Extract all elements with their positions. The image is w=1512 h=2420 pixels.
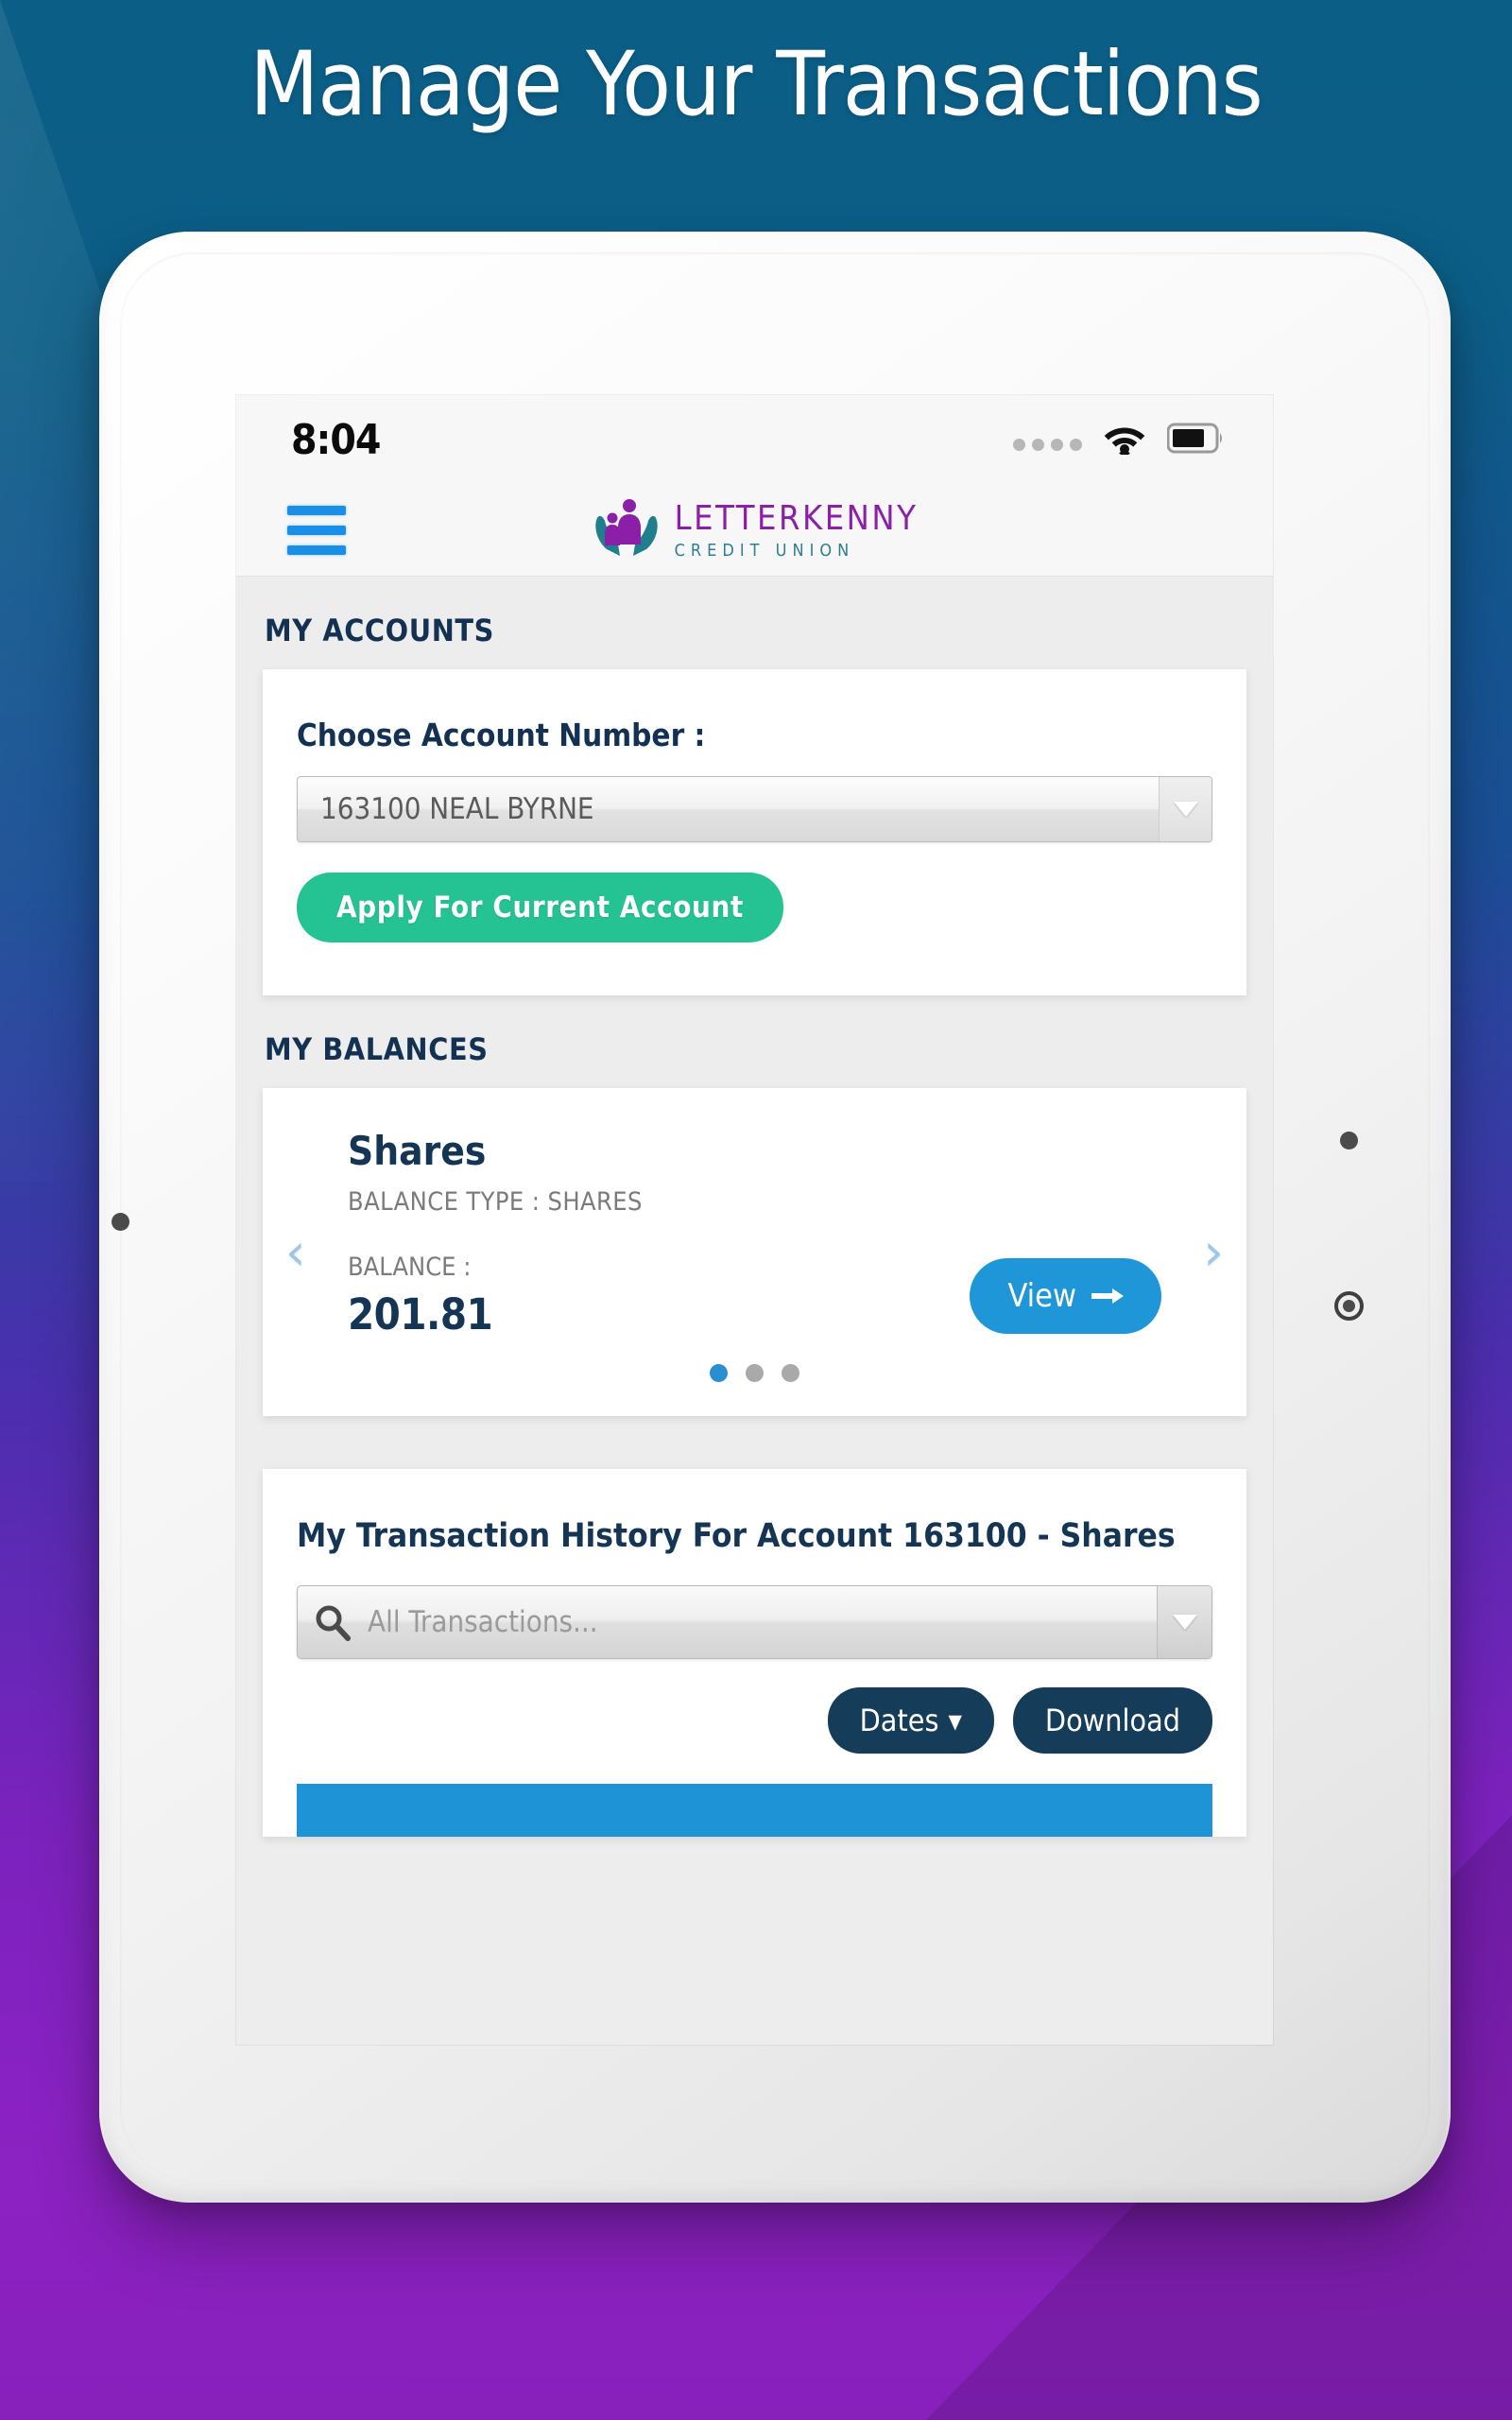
my-balances-heading: MY BALANCES (265, 1031, 489, 1067)
letterkenny-logo-icon (592, 497, 662, 564)
account-select[interactable]: 163100 NEAL BYRNE (297, 776, 1212, 842)
transaction-search-select[interactable]: All Transactions... (297, 1584, 1212, 1659)
hamburger-menu-icon[interactable] (287, 506, 346, 555)
balance-label: BALANCE : (348, 1253, 472, 1282)
download-button-label: Download (1044, 1702, 1180, 1738)
apply-for-current-account-button[interactable]: Apply For Current Account (297, 873, 783, 942)
carousel-dot[interactable] (746, 1364, 764, 1382)
transaction-search-placeholder: All Transactions... (368, 1604, 598, 1639)
view-balance-button[interactable]: View (970, 1258, 1161, 1334)
chevron-down-icon: ▾ (948, 1702, 962, 1738)
chevron-left-icon[interactable]: ‹ (285, 1226, 306, 1278)
brand-name: LETTERKENNY (674, 498, 919, 538)
app-header: LETTERKENNY CREDIT UNION (236, 485, 1273, 577)
status-time: 8:04 (291, 416, 381, 464)
choose-account-label: Choose Account Number : (297, 717, 706, 753)
balance-title: Shares (348, 1128, 487, 1174)
carousel-dot[interactable] (782, 1364, 799, 1382)
download-button[interactable]: Download (1012, 1686, 1212, 1754)
balance-card: ‹ › Shares BALANCE TYPE : SHARES BALANCE… (263, 1088, 1246, 1416)
battery-icon (1166, 423, 1226, 458)
chevron-down-icon[interactable] (1159, 777, 1211, 841)
balance-amount: 201.81 (348, 1289, 493, 1340)
brand-logo: LETTERKENNY CREDIT UNION (236, 485, 1273, 576)
chevron-right-icon[interactable]: › (1203, 1226, 1224, 1278)
screen-content: MY ACCOUNTS Choose Account Number : 1631… (236, 577, 1273, 2045)
tablet-screen: 8:04 LETTERKENNY CREDIT UNION MY ACCOUNT… (236, 395, 1273, 2045)
home-button[interactable] (1334, 1291, 1364, 1321)
transaction-table-header (297, 1783, 1212, 1837)
front-camera-icon (112, 1213, 129, 1231)
sensor-dot-icon (1340, 1132, 1358, 1150)
arrow-right-icon (1091, 1277, 1124, 1315)
transaction-history-card: My Transaction History For Account 16310… (263, 1469, 1246, 1837)
carousel-dot[interactable] (710, 1364, 728, 1382)
balance-type: BALANCE TYPE : SHARES (348, 1187, 643, 1217)
transaction-history-title: My Transaction History For Account 16310… (297, 1517, 1176, 1555)
view-button-label: View (1007, 1277, 1076, 1315)
dates-button-label: Dates (859, 1702, 939, 1738)
search-icon (298, 1603, 368, 1641)
account-select-value: 163100 NEAL BYRNE (320, 792, 594, 826)
status-bar: 8:04 (236, 395, 1273, 485)
dates-button[interactable]: Dates ▾ (827, 1686, 994, 1754)
accounts-card: Choose Account Number : 163100 NEAL BYRN… (263, 669, 1246, 995)
wifi-icon (1103, 421, 1146, 459)
brand-subtitle: CREDIT UNION (674, 540, 855, 561)
chevron-down-icon[interactable] (1157, 1585, 1211, 1658)
signal-dots-icon (1013, 439, 1082, 451)
carousel-pagination[interactable] (348, 1364, 1161, 1382)
page-title: Manage Your Transactions (249, 33, 1263, 136)
my-accounts-heading: MY ACCOUNTS (265, 613, 494, 648)
